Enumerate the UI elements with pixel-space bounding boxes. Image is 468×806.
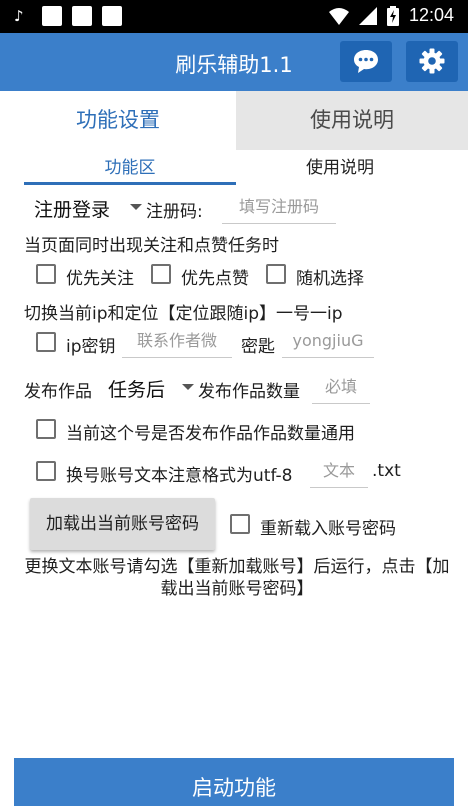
prefer-like-checkbox[interactable] bbox=[151, 264, 171, 284]
prefer-follow-checkbox[interactable] bbox=[36, 264, 56, 284]
reload-account-checkbox[interactable] bbox=[230, 514, 250, 534]
ip-key-checkbox[interactable] bbox=[36, 332, 56, 352]
registration-code-input[interactable]: 填写注册码 bbox=[222, 192, 336, 224]
shared-count-label: 当前这个号是否发布作品作品数量通用 bbox=[66, 424, 355, 444]
random-select-checkbox[interactable] bbox=[266, 264, 286, 284]
load-account-button[interactable]: 加载出当前账号密码 bbox=[30, 498, 215, 550]
chat-button[interactable] bbox=[340, 41, 392, 82]
publish-count-label: 发布作品数量 bbox=[198, 382, 300, 402]
reload-account-label: 重新载入账号密码 bbox=[260, 519, 396, 539]
subtab-indicator bbox=[24, 182, 236, 185]
notification-icon bbox=[102, 6, 122, 26]
status-time: 12:04 bbox=[408, 5, 454, 25]
battery-charging-icon bbox=[386, 5, 399, 26]
account-file-input[interactable]: 文本 bbox=[310, 456, 368, 488]
registration-code-label: 注册码: bbox=[146, 202, 203, 222]
publish-timing-value: 任务后 bbox=[108, 379, 166, 401]
signal-icon bbox=[358, 6, 377, 25]
settings-button[interactable] bbox=[406, 41, 458, 82]
task-prompt-text: 当页面同时出现关注和点赞任务时 bbox=[24, 236, 279, 256]
file-extension-label: .txt bbox=[372, 461, 401, 481]
switch-account-checkbox[interactable] bbox=[36, 461, 56, 481]
status-bar-system: 12:04 bbox=[328, 5, 454, 26]
status-bar: ♪ 12:04 bbox=[0, 0, 468, 33]
prefer-follow-label: 优先关注 bbox=[66, 269, 134, 289]
status-bar-notifications: ♪ bbox=[14, 6, 122, 26]
shared-count-checkbox[interactable] bbox=[36, 419, 56, 439]
tiktok-icon: ♪ bbox=[14, 7, 24, 25]
prefer-like-label: 优先点赞 bbox=[181, 269, 249, 289]
random-select-label: 随机选择 bbox=[296, 269, 364, 289]
top-tab-bar: 功能设置 使用说明 bbox=[0, 91, 468, 150]
publish-count-input[interactable]: 必填 bbox=[312, 372, 370, 404]
ip-key-label: ip密钥 bbox=[66, 337, 116, 357]
chat-icon bbox=[354, 50, 378, 73]
dropdown-arrow-icon bbox=[182, 384, 194, 390]
login-mode-value: 注册登录 bbox=[34, 199, 111, 221]
app-bar: 刷乐辅助1.1 bbox=[0, 33, 468, 91]
dropdown-arrow-icon bbox=[130, 204, 142, 210]
gear-icon bbox=[419, 48, 445, 74]
ip-password-label: 密匙 bbox=[241, 337, 275, 357]
instruction-note: 更换文本账号请勾选【重新加载账号】后运行，点击【加载出当前账号密码】 bbox=[24, 557, 450, 599]
app-title: 刷乐辅助1.1 bbox=[175, 53, 293, 77]
ip-key-input[interactable]: 联系作者微 bbox=[122, 326, 232, 358]
switch-account-label: 换号账号文本注意格式为utf-8 bbox=[66, 466, 293, 486]
subtab-function-area[interactable]: 功能区 bbox=[24, 154, 236, 182]
start-function-button[interactable]: 启动功能 bbox=[14, 758, 454, 806]
notification-icon bbox=[72, 6, 92, 26]
tab-function-settings[interactable]: 功能设置 bbox=[0, 91, 236, 150]
wifi-icon bbox=[328, 7, 349, 25]
notification-icon bbox=[42, 6, 62, 26]
ip-password-input[interactable]: yongjiuG bbox=[282, 326, 374, 358]
tab-usage-instructions[interactable]: 使用说明 bbox=[236, 91, 468, 150]
publish-timing-spinner[interactable]: 任务后 bbox=[98, 372, 198, 402]
login-mode-spinner[interactable]: 注册登录 bbox=[24, 192, 146, 222]
sub-tab-bar: 功能区 使用说明 bbox=[24, 154, 444, 186]
ip-switch-prompt: 切换当前ip和定位【定位跟随ip】一号一ip bbox=[24, 304, 343, 324]
subtab-usage-instructions[interactable]: 使用说明 bbox=[236, 154, 444, 182]
publish-works-label: 发布作品 bbox=[24, 382, 92, 402]
